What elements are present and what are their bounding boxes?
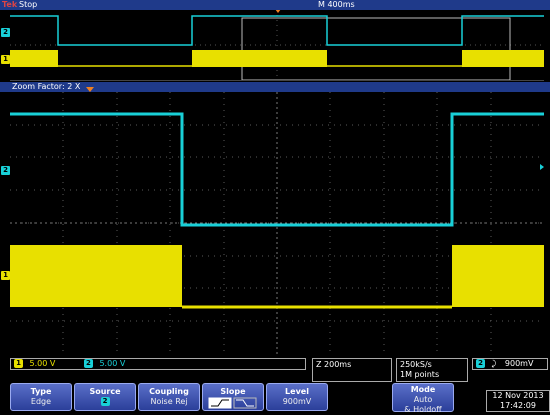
ch1-overview-trace bbox=[10, 50, 544, 67]
overview-waveform bbox=[10, 9, 544, 81]
date: 12 Nov 2013 bbox=[492, 391, 544, 400]
record-length: 1M points bbox=[400, 370, 440, 379]
acquisition-state: Stop bbox=[19, 0, 38, 9]
coupling-label: Coupling bbox=[149, 387, 189, 396]
acquisition-box[interactable]: 250kS/s 1M points bbox=[396, 358, 468, 382]
ch2-zoom-marker[interactable]: 2 bbox=[1, 166, 10, 175]
readout-row: 1 5.00 V 2 5.00 V Z 200ms 250kS/s 1M poi… bbox=[0, 356, 550, 382]
level-button[interactable]: Level 900mV bbox=[266, 383, 328, 411]
slope-icons bbox=[208, 397, 257, 409]
zoom-plot[interactable] bbox=[10, 92, 544, 354]
falling-slope-icon bbox=[236, 399, 254, 407]
level-label: Level bbox=[285, 387, 309, 396]
trigger-readout-box[interactable]: 2 ⤸ 900mV bbox=[472, 358, 548, 370]
mode-button[interactable]: Mode Auto & Holdoff bbox=[392, 383, 454, 414]
ch1-chip: 1 bbox=[14, 359, 23, 368]
ch1-zoom-marker[interactable]: 1 bbox=[1, 271, 10, 280]
type-label: Type bbox=[30, 387, 52, 396]
trigger-menu: Type Edge Source 2 Coupling Noise Rej Sl… bbox=[0, 383, 550, 414]
status-bar: Tek Stop M 400ms bbox=[0, 0, 550, 10]
zoom-bar: Zoom Factor: 2 X bbox=[0, 82, 550, 92]
zoom-graticule bbox=[10, 92, 544, 354]
zoom-window-bracket bbox=[241, 17, 511, 81]
mode-value-1: Auto bbox=[413, 395, 433, 404]
zoom-factor-label: Zoom Factor: 2 X bbox=[12, 82, 81, 91]
ch2-chip: 2 bbox=[83, 359, 93, 368]
level-value: 900mV bbox=[282, 397, 312, 406]
ch1-scale: 5.00 V bbox=[29, 359, 56, 368]
trigger-source-chip: 2 bbox=[476, 359, 485, 368]
zoom-timebase-box[interactable]: Z 200ms bbox=[312, 358, 392, 382]
time: 17:42:09 bbox=[500, 401, 536, 410]
main-timebase: M 400ms bbox=[318, 0, 355, 9]
ch2-scale: 5.00 V bbox=[99, 359, 126, 368]
sample-rate: 250kS/s bbox=[400, 360, 432, 369]
zoom-trigger-position-icon bbox=[86, 87, 94, 92]
type-value: Edge bbox=[30, 397, 52, 406]
source-label: Source bbox=[89, 387, 121, 396]
overview-plot[interactable] bbox=[10, 9, 544, 81]
zoom-time: Z 200ms bbox=[316, 360, 352, 369]
ch1-overview-marker[interactable]: 1 bbox=[1, 55, 10, 64]
coupling-value: Noise Rej bbox=[150, 397, 188, 406]
slope-label: Slope bbox=[220, 387, 246, 396]
mode-label: Mode bbox=[410, 385, 436, 394]
coupling-button[interactable]: Coupling Noise Rej bbox=[138, 383, 200, 411]
rising-edge-icon: ⤸ bbox=[491, 359, 497, 368]
slope-button[interactable]: Slope bbox=[202, 383, 264, 411]
trigger-level: 900mV bbox=[504, 359, 534, 368]
date-time-display: 12 Nov 2013 17:42:09 bbox=[486, 390, 550, 412]
mode-value-2: & Holdoff bbox=[404, 405, 442, 414]
type-button[interactable]: Type Edge bbox=[10, 383, 72, 411]
source-value: 2 bbox=[100, 397, 110, 406]
ch2-overview-marker[interactable]: 2 bbox=[1, 28, 10, 37]
source-button[interactable]: Source 2 bbox=[74, 383, 136, 411]
brand-logo: Tek bbox=[2, 0, 18, 9]
channel-scale-box[interactable]: 1 5.00 V 2 5.00 V bbox=[10, 358, 306, 370]
